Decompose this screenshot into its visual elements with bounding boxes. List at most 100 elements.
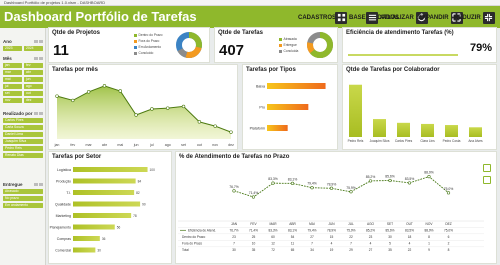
prazo-table-cell: 30 [388, 235, 392, 239]
projects-donut [176, 32, 202, 58]
projects-count: 11 [53, 42, 69, 59]
tasks-count: 407 [219, 42, 245, 59]
entregue-chip[interactable]: Atrasado [3, 189, 43, 194]
entregue-chip[interactable]: Em andamento [3, 203, 43, 208]
setor-bar [73, 178, 136, 184]
month-tick-label: out [197, 143, 202, 147]
mes-chip-ago[interactable]: ago [24, 84, 43, 89]
prazo-table-cell: 72 [271, 248, 275, 252]
prazo-value-label: 85,2% [366, 175, 376, 179]
entregue-chip[interactable]: No prazo [3, 196, 43, 201]
ano-chip-2024[interactable]: 2024 [24, 46, 43, 51]
prazo-table-cell: 75,9% [346, 229, 355, 233]
mes-chip-set[interactable]: set [3, 91, 22, 96]
prazo-chart-title: % de Atendimento de Tarefas no Prazo [179, 154, 290, 160]
month-point [213, 124, 217, 128]
setor-bar [73, 213, 132, 218]
prazo-row-label: Total [182, 248, 189, 252]
prazo-value-label: 88,9% [424, 171, 434, 175]
prazo-table-cell: 18 [408, 235, 412, 239]
setor-tick-label: Logística [57, 168, 71, 172]
setor-value-label: 100 [150, 168, 156, 172]
types-tick-label: Pro [259, 106, 265, 110]
mes-chip-jun[interactable]: jun [24, 77, 43, 82]
mes-chip-jul[interactable]: jul [3, 84, 22, 89]
entregue-filter-tools[interactable] [34, 183, 43, 186]
reduzir-label: REDUZIR [454, 14, 481, 21]
realizado-chip[interactable]: Renato Dias [3, 153, 43, 158]
collab-tick-label: Carlos Pires [395, 139, 413, 143]
prazo-table-cell: 22 [408, 248, 412, 252]
setor-value-label: 56 [117, 226, 121, 230]
month-tick-label: jun [133, 143, 139, 147]
tasks-title: Qtde de Tarefas [218, 30, 263, 36]
prazo-table-cell: 22 [349, 235, 353, 239]
collab-bar [421, 123, 434, 137]
prazo-col-header: JUN [328, 222, 335, 226]
realizado-chip[interactable]: Carla Souza [3, 125, 43, 130]
collab-tick-label: Pedro Reis [348, 139, 364, 143]
prazo-chart: 76,7% 71,4% 83,3% 83,1% 79,4% 78,9% 75,9% 85,2%… [178, 171, 484, 252]
month-tick-label: dez [228, 143, 234, 147]
mes-chip-mar[interactable]: mar [3, 70, 22, 75]
types-chart-card: Tarefas por Tipos Baixa Pro Plataform [242, 64, 338, 150]
ano-chip-2023[interactable]: 2023 [3, 46, 22, 51]
mes-chip-mai[interactable]: mai [3, 77, 22, 82]
cadastros-button[interactable]: CADASTROS [298, 11, 336, 24]
grid-icon [335, 11, 347, 24]
collab-tick-label: Pedro Costa [443, 139, 461, 143]
setor-bar [73, 190, 135, 195]
prazo-table-cell: 76,7% [229, 229, 238, 233]
month-tick-label: fev [70, 143, 75, 147]
prazo-line [233, 176, 449, 198]
realizado-filter-tools[interactable] [34, 112, 43, 115]
collab-bar [397, 122, 410, 137]
ano-filter-tools[interactable] [34, 40, 43, 43]
mes-chip-jan[interactable]: jan [3, 63, 22, 68]
reduzir-button[interactable]: REDUZIR [454, 11, 495, 24]
collab-bar [373, 119, 386, 137]
setor-tick-label: T.I. [66, 191, 71, 195]
setor-tick-label: Qualidade [55, 203, 71, 207]
realizado-chip[interactable]: Pedro Reis [3, 146, 43, 151]
setor-value-label: 84 [138, 180, 142, 184]
entregue-filter-label: Entregue [3, 182, 23, 187]
prazo-table-cell: 27 [369, 248, 373, 252]
mes-chip-nov[interactable]: nov [3, 98, 22, 103]
month-point [150, 107, 154, 111]
setor-value-label: 82 [136, 191, 140, 195]
mes-chip-abr[interactable]: abr [24, 70, 43, 75]
mes-filter-tools[interactable] [34, 57, 43, 60]
collab-chart-card: Qtde de Tarefas por Colaborador Pedro Re… [342, 64, 497, 150]
realizado-chip[interactable]: Carlos Pires [3, 118, 43, 123]
atualizar-label: ATUALIZAR [380, 14, 414, 21]
month-point [134, 113, 138, 117]
month-tick-label: jul [149, 143, 154, 147]
realizado-chip[interactable]: Daniel Lima [3, 132, 43, 137]
prazo-col-header: SET [387, 222, 393, 226]
prazo-table-cell: 4 [331, 242, 333, 246]
collab-tick-label: Joaquim Silva [370, 139, 390, 143]
prazo-point [271, 181, 275, 185]
menu-button[interactable] [366, 11, 378, 24]
mes-chip-out[interactable]: out [24, 91, 43, 96]
cadastros-label: CADASTROS [298, 14, 337, 21]
prazo-table-cell: 4 [409, 242, 411, 246]
setor-tick-label: Marketing [56, 214, 71, 218]
mes-filter-label: Mês [3, 56, 12, 61]
realizado-chip[interactable]: Joaquim Silva [3, 139, 43, 144]
ano-filter-label: Ano [3, 39, 12, 44]
mes-chip-fev[interactable]: fev [24, 63, 43, 68]
mes-chip-dez[interactable]: dez [24, 98, 43, 103]
projects-legend-4: Concluído [134, 51, 153, 55]
setor-tick-label: Comercial [55, 249, 71, 253]
prazo-table-cell: 75,0% [444, 229, 453, 233]
menu-icon [366, 11, 378, 24]
month-chart-card: Tarefas por mês jan fev mar abr mai jun jul ago… [48, 64, 238, 150]
tasks-legend-1: Atrasada [279, 37, 297, 41]
prazo-table-cell: 19 [330, 248, 334, 252]
month-tick-label: jan [54, 143, 60, 147]
month-point [55, 94, 59, 98]
setor-bar [73, 224, 115, 230]
prazo-table-cell: 54 [291, 235, 295, 239]
